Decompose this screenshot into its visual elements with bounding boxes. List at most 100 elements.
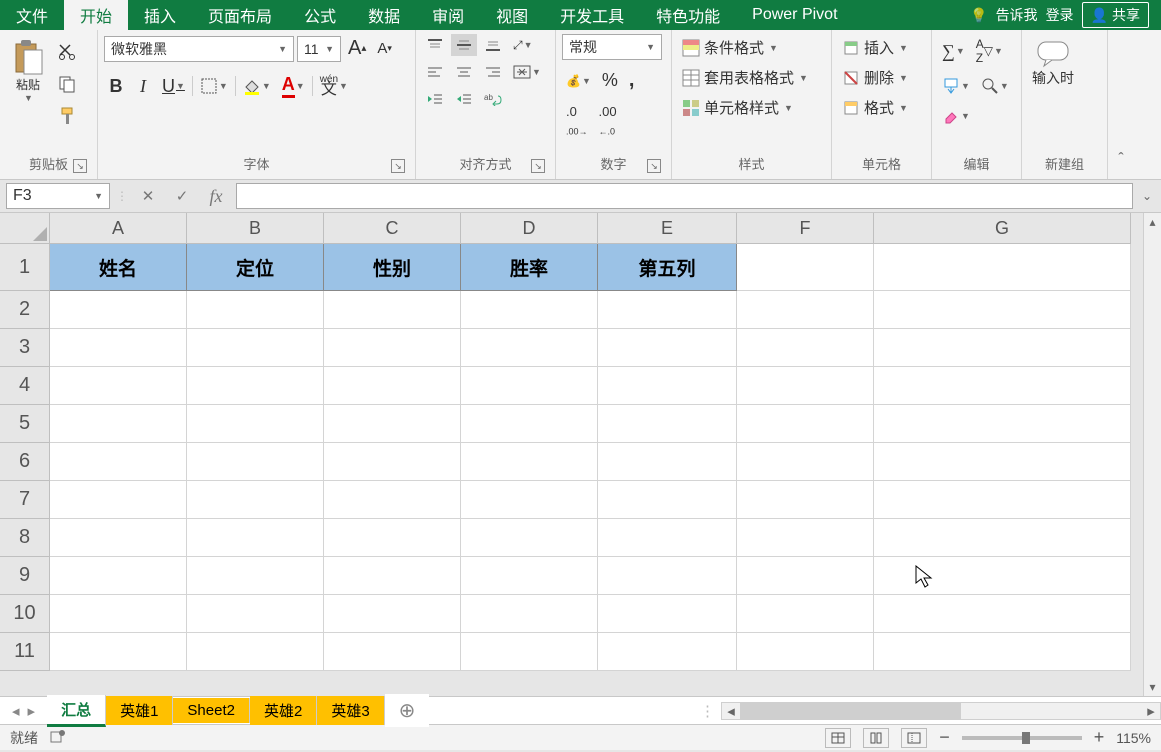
new-sheet-button[interactable]: ⊕ bbox=[385, 694, 430, 727]
cell[interactable] bbox=[874, 633, 1131, 671]
cell[interactable] bbox=[461, 519, 598, 557]
row-header[interactable]: 7 bbox=[0, 481, 50, 519]
row-header[interactable]: 3 bbox=[0, 329, 50, 367]
cell[interactable] bbox=[461, 367, 598, 405]
cell[interactable] bbox=[50, 481, 187, 519]
tab-powerpivot[interactable]: Power Pivot bbox=[736, 0, 853, 30]
zoom-in-button[interactable]: + bbox=[1094, 727, 1105, 748]
cell[interactable] bbox=[598, 595, 737, 633]
cell[interactable] bbox=[598, 557, 737, 595]
cell[interactable] bbox=[50, 367, 187, 405]
input-mode-button[interactable]: 输入时 bbox=[1028, 34, 1078, 94]
sheet-nav-buttons[interactable]: ◂▸ bbox=[0, 702, 47, 720]
formula-input[interactable] bbox=[236, 183, 1133, 209]
column-header[interactable]: D bbox=[461, 213, 598, 244]
cell[interactable] bbox=[737, 244, 874, 291]
bold-button[interactable]: B bbox=[104, 73, 128, 100]
autosum-button[interactable]: ∑▼ bbox=[938, 38, 969, 65]
login-button[interactable]: 登录 bbox=[1046, 5, 1074, 25]
insert-cells-button[interactable]: 插入▼ bbox=[838, 34, 912, 61]
row-header[interactable]: 11 bbox=[0, 633, 50, 671]
sheet-tab[interactable]: Sheet2 bbox=[173, 698, 250, 723]
copy-button[interactable] bbox=[54, 72, 80, 96]
cell[interactable] bbox=[598, 291, 737, 329]
cell[interactable] bbox=[874, 595, 1131, 633]
row-header[interactable]: 1 bbox=[0, 244, 50, 291]
tab-insert[interactable]: 插入 bbox=[128, 0, 192, 30]
sort-filter-button[interactable]: AZ▽▼ bbox=[972, 34, 1007, 68]
scroll-left-button[interactable]: ◂ bbox=[722, 703, 740, 719]
row-header[interactable]: 9 bbox=[0, 557, 50, 595]
enter-fx-button[interactable]: ✓ bbox=[168, 184, 196, 208]
cell[interactable] bbox=[187, 595, 324, 633]
cell[interactable] bbox=[461, 405, 598, 443]
cell[interactable] bbox=[737, 367, 874, 405]
cell[interactable] bbox=[737, 481, 874, 519]
decrease-indent-button[interactable] bbox=[422, 88, 448, 110]
cell[interactable] bbox=[598, 367, 737, 405]
tab-special[interactable]: 特色功能 bbox=[640, 0, 736, 30]
cell[interactable] bbox=[598, 405, 737, 443]
cell[interactable] bbox=[50, 405, 187, 443]
find-select-button[interactable]: ▼ bbox=[977, 74, 1013, 98]
scroll-right-button[interactable]: ▸ bbox=[1142, 703, 1160, 719]
sheet-tab[interactable]: 英雄2 bbox=[250, 696, 317, 725]
cell-styles-button[interactable]: 单元格样式▼ bbox=[678, 94, 797, 121]
align-left-button[interactable] bbox=[422, 61, 448, 83]
cell[interactable] bbox=[737, 519, 874, 557]
cell[interactable] bbox=[598, 481, 737, 519]
cell[interactable] bbox=[50, 291, 187, 329]
dialog-launcher-icon[interactable]: ↘ bbox=[73, 159, 87, 173]
cell[interactable] bbox=[324, 367, 461, 405]
cell[interactable]: 姓名 bbox=[50, 244, 187, 291]
view-normal-button[interactable] bbox=[825, 728, 851, 748]
cell[interactable] bbox=[324, 557, 461, 595]
align-bottom-button[interactable] bbox=[480, 34, 506, 56]
number-format-select[interactable]: 常规▼ bbox=[562, 34, 662, 60]
cell[interactable] bbox=[461, 595, 598, 633]
cell[interactable] bbox=[187, 519, 324, 557]
cell[interactable] bbox=[187, 367, 324, 405]
zoom-out-button[interactable]: − bbox=[939, 727, 950, 748]
row-header[interactable]: 6 bbox=[0, 443, 50, 481]
column-header[interactable]: G bbox=[874, 213, 1131, 244]
cell[interactable] bbox=[598, 443, 737, 481]
cell[interactable]: 性别 bbox=[324, 244, 461, 291]
orientation-button[interactable]: ⤢▼ bbox=[509, 34, 537, 56]
cell[interactable] bbox=[737, 405, 874, 443]
merge-cells-button[interactable]: ▼ bbox=[509, 61, 545, 83]
font-color-button[interactable]: A▼ bbox=[278, 71, 309, 101]
tab-review[interactable]: 审阅 bbox=[416, 0, 480, 30]
macro-record-icon[interactable] bbox=[50, 728, 66, 747]
comma-button[interactable]: , bbox=[625, 66, 639, 95]
cell[interactable]: 定位 bbox=[187, 244, 324, 291]
tab-file[interactable]: 文件 bbox=[0, 0, 64, 30]
cell[interactable] bbox=[187, 329, 324, 367]
tab-home[interactable]: 开始 bbox=[64, 0, 128, 30]
cell[interactable] bbox=[737, 443, 874, 481]
tab-formula[interactable]: 公式 bbox=[288, 0, 352, 30]
cell[interactable] bbox=[874, 557, 1131, 595]
cell[interactable] bbox=[187, 405, 324, 443]
align-middle-button[interactable] bbox=[451, 34, 477, 56]
cell[interactable] bbox=[598, 519, 737, 557]
fill-color-button[interactable]: ▼ bbox=[239, 74, 275, 98]
column-header[interactable]: E bbox=[598, 213, 737, 244]
decrease-decimal-button[interactable]: .00←.0 bbox=[595, 101, 621, 140]
cancel-fx-button[interactable]: ✕ bbox=[134, 184, 162, 208]
cell[interactable] bbox=[874, 329, 1131, 367]
cell[interactable] bbox=[50, 557, 187, 595]
cell[interactable] bbox=[324, 291, 461, 329]
align-right-button[interactable] bbox=[480, 61, 506, 83]
font-size-select[interactable]: 11▼ bbox=[297, 36, 341, 62]
cell[interactable] bbox=[461, 633, 598, 671]
cell[interactable] bbox=[598, 633, 737, 671]
underline-button[interactable]: U▼ bbox=[158, 73, 189, 100]
decrease-font-button[interactable]: A▾ bbox=[373, 37, 396, 60]
cells-grid[interactable]: 姓名定位性别胜率第五列 bbox=[50, 244, 1131, 671]
percent-button[interactable]: % bbox=[598, 67, 622, 94]
vertical-scrollbar[interactable]: ▴ ▾ bbox=[1143, 213, 1161, 696]
sheet-tab[interactable]: 英雄1 bbox=[106, 696, 173, 725]
cell[interactable] bbox=[461, 329, 598, 367]
cell[interactable] bbox=[50, 633, 187, 671]
